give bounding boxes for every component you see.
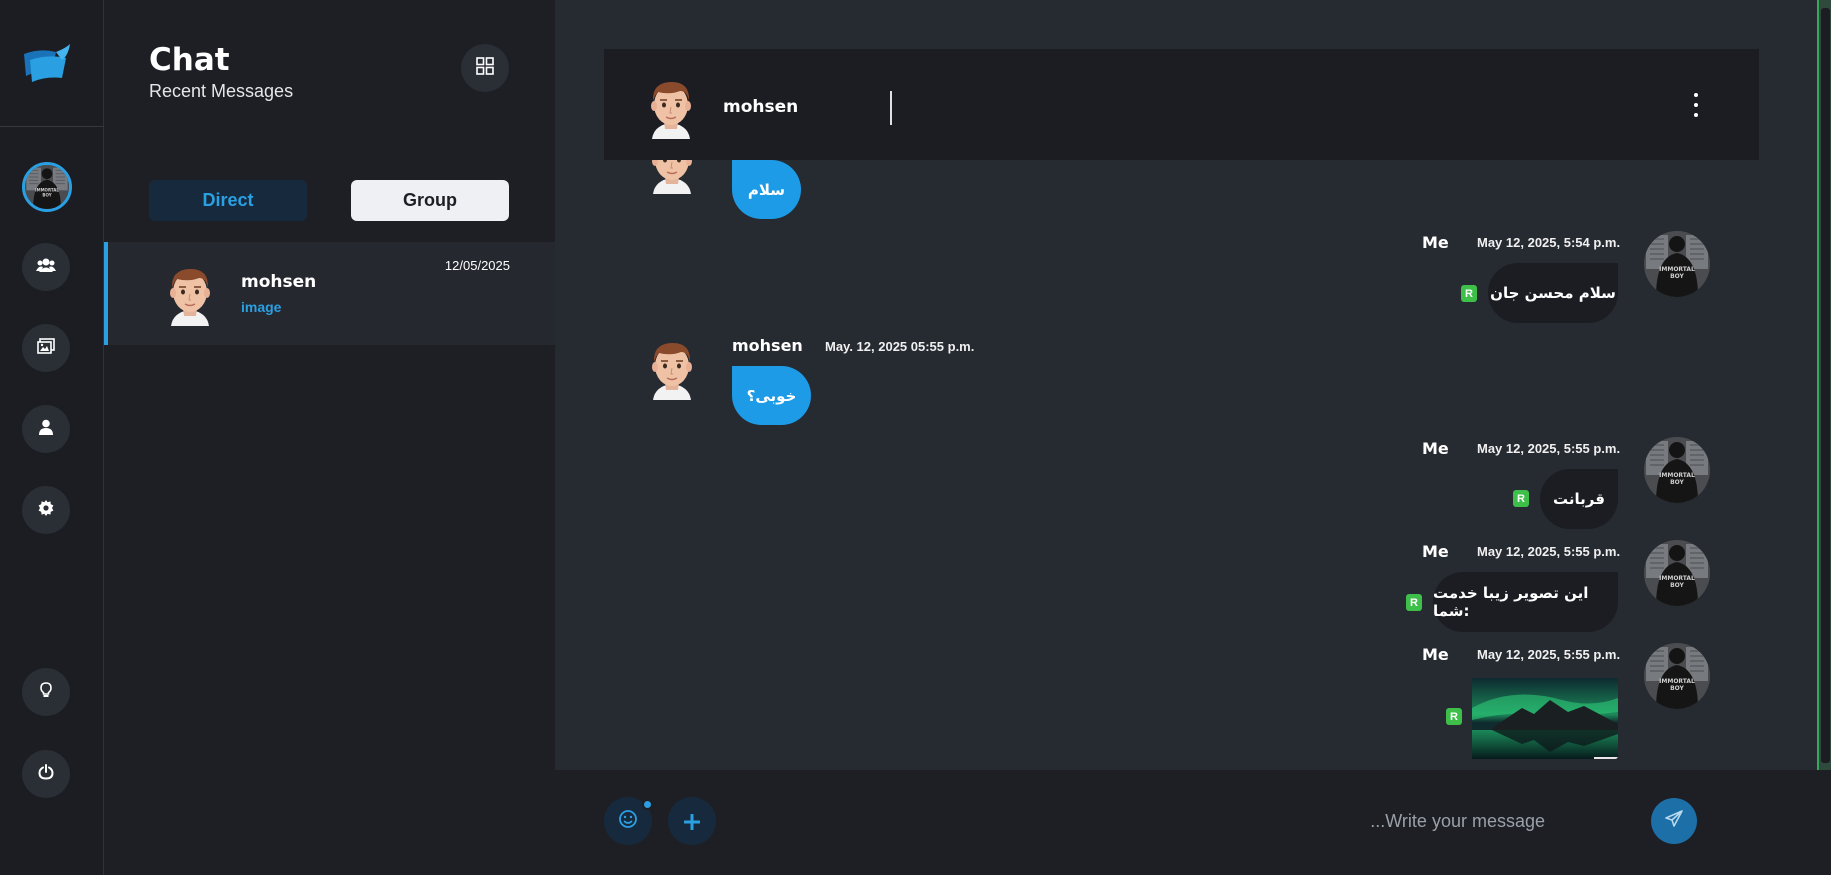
message-time: May 12, 2025, 5:55 p.m. (1477, 647, 1621, 662)
message-bubble: سلام محسن جان (1488, 263, 1618, 323)
sender-avatar (643, 334, 701, 402)
message-time: May 12, 2025, 5:55 p.m. (1477, 441, 1621, 456)
conversation-preview: image (241, 299, 282, 315)
nav-rail (0, 0, 104, 875)
conversation-item[interactable]: mohsen image 12/05/2025 (104, 242, 555, 345)
my-avatar (1644, 643, 1710, 709)
plus-icon (683, 806, 701, 837)
image-attachment[interactable] (1472, 678, 1618, 759)
message-sender: Me (1422, 233, 1449, 252)
message-bubble: سلام (732, 160, 801, 219)
my-avatar (1644, 231, 1710, 297)
page-title: Chat (149, 42, 230, 78)
text-cursor (890, 91, 892, 125)
lightbulb-icon (40, 681, 52, 703)
send-icon (1664, 809, 1684, 834)
message-time: May 12, 2025, 5:54 p.m. (1477, 235, 1621, 250)
emoji-icon (618, 809, 638, 834)
conversation-date: 12/05/2025 (444, 258, 510, 273)
rail-divider (0, 126, 104, 127)
theme-button[interactable] (22, 668, 70, 716)
chat-main: mohsen سلام Me May 12, 2025, 5:54 p.m. R… (555, 0, 1831, 875)
read-status-badge: R (1446, 708, 1462, 725)
message-time: May 12, 2025, 5:55 p.m. (1477, 544, 1621, 559)
send-button[interactable] (1651, 798, 1697, 844)
my-avatar (1644, 540, 1710, 606)
user-icon (39, 419, 53, 440)
layout-toggle-button[interactable] (461, 44, 509, 92)
my-avatar (1644, 437, 1710, 503)
profile-avatar[interactable] (22, 162, 72, 212)
more-options-icon[interactable] (1687, 93, 1705, 117)
message-time: May. 12, 2025 05:55 p.m. (825, 339, 975, 354)
scrollbar-thumb[interactable] (1821, 8, 1830, 763)
read-status-badge: R (1513, 490, 1529, 507)
message-sender: mohsen (732, 336, 803, 355)
power-icon (38, 763, 54, 785)
message-bubble: این تصویر زیبا خدمت شما: (1433, 572, 1618, 632)
users-icon (36, 257, 56, 278)
settings-icon (38, 499, 54, 521)
gallery-button[interactable] (22, 324, 70, 372)
contact-name: mohsen (723, 97, 799, 117)
message-sender: Me (1422, 542, 1449, 561)
chat-list-panel: Chat Recent Messages Direct Group mohsen… (104, 0, 555, 875)
conversation-name: mohsen (241, 272, 317, 292)
app-logo-icon[interactable] (22, 42, 72, 88)
contacts-button[interactable] (22, 243, 70, 291)
tab-direct[interactable]: Direct (149, 180, 307, 221)
message-input[interactable] (755, 800, 1545, 842)
emoji-button[interactable] (604, 797, 653, 845)
page-subtitle: Recent Messages (149, 81, 294, 101)
attach-button[interactable] (668, 797, 716, 845)
message-list[interactable]: mohsen سلام Me May 12, 2025, 5:54 p.m. R… (555, 0, 1817, 770)
contact-avatar[interactable] (642, 73, 700, 141)
settings-button[interactable] (22, 486, 70, 534)
message-sender: Me (1422, 439, 1449, 458)
logout-button[interactable] (22, 750, 70, 798)
scrollbar[interactable] (1817, 0, 1831, 770)
message-sender: Me (1422, 645, 1449, 664)
read-status-badge: R (1461, 285, 1477, 302)
chat-header: mohsen (604, 49, 1759, 160)
notification-dot (642, 799, 653, 810)
read-status-badge: R (1406, 594, 1422, 611)
grid-icon (476, 56, 494, 80)
message-bubble: قربانت (1540, 469, 1618, 529)
contact-avatar (160, 260, 220, 328)
message-composer (555, 770, 1831, 875)
message-bubble: خوبی؟ (732, 366, 811, 425)
tab-group[interactable]: Group (351, 180, 509, 221)
gallery-icon (37, 337, 55, 359)
profile-button[interactable] (22, 405, 70, 453)
